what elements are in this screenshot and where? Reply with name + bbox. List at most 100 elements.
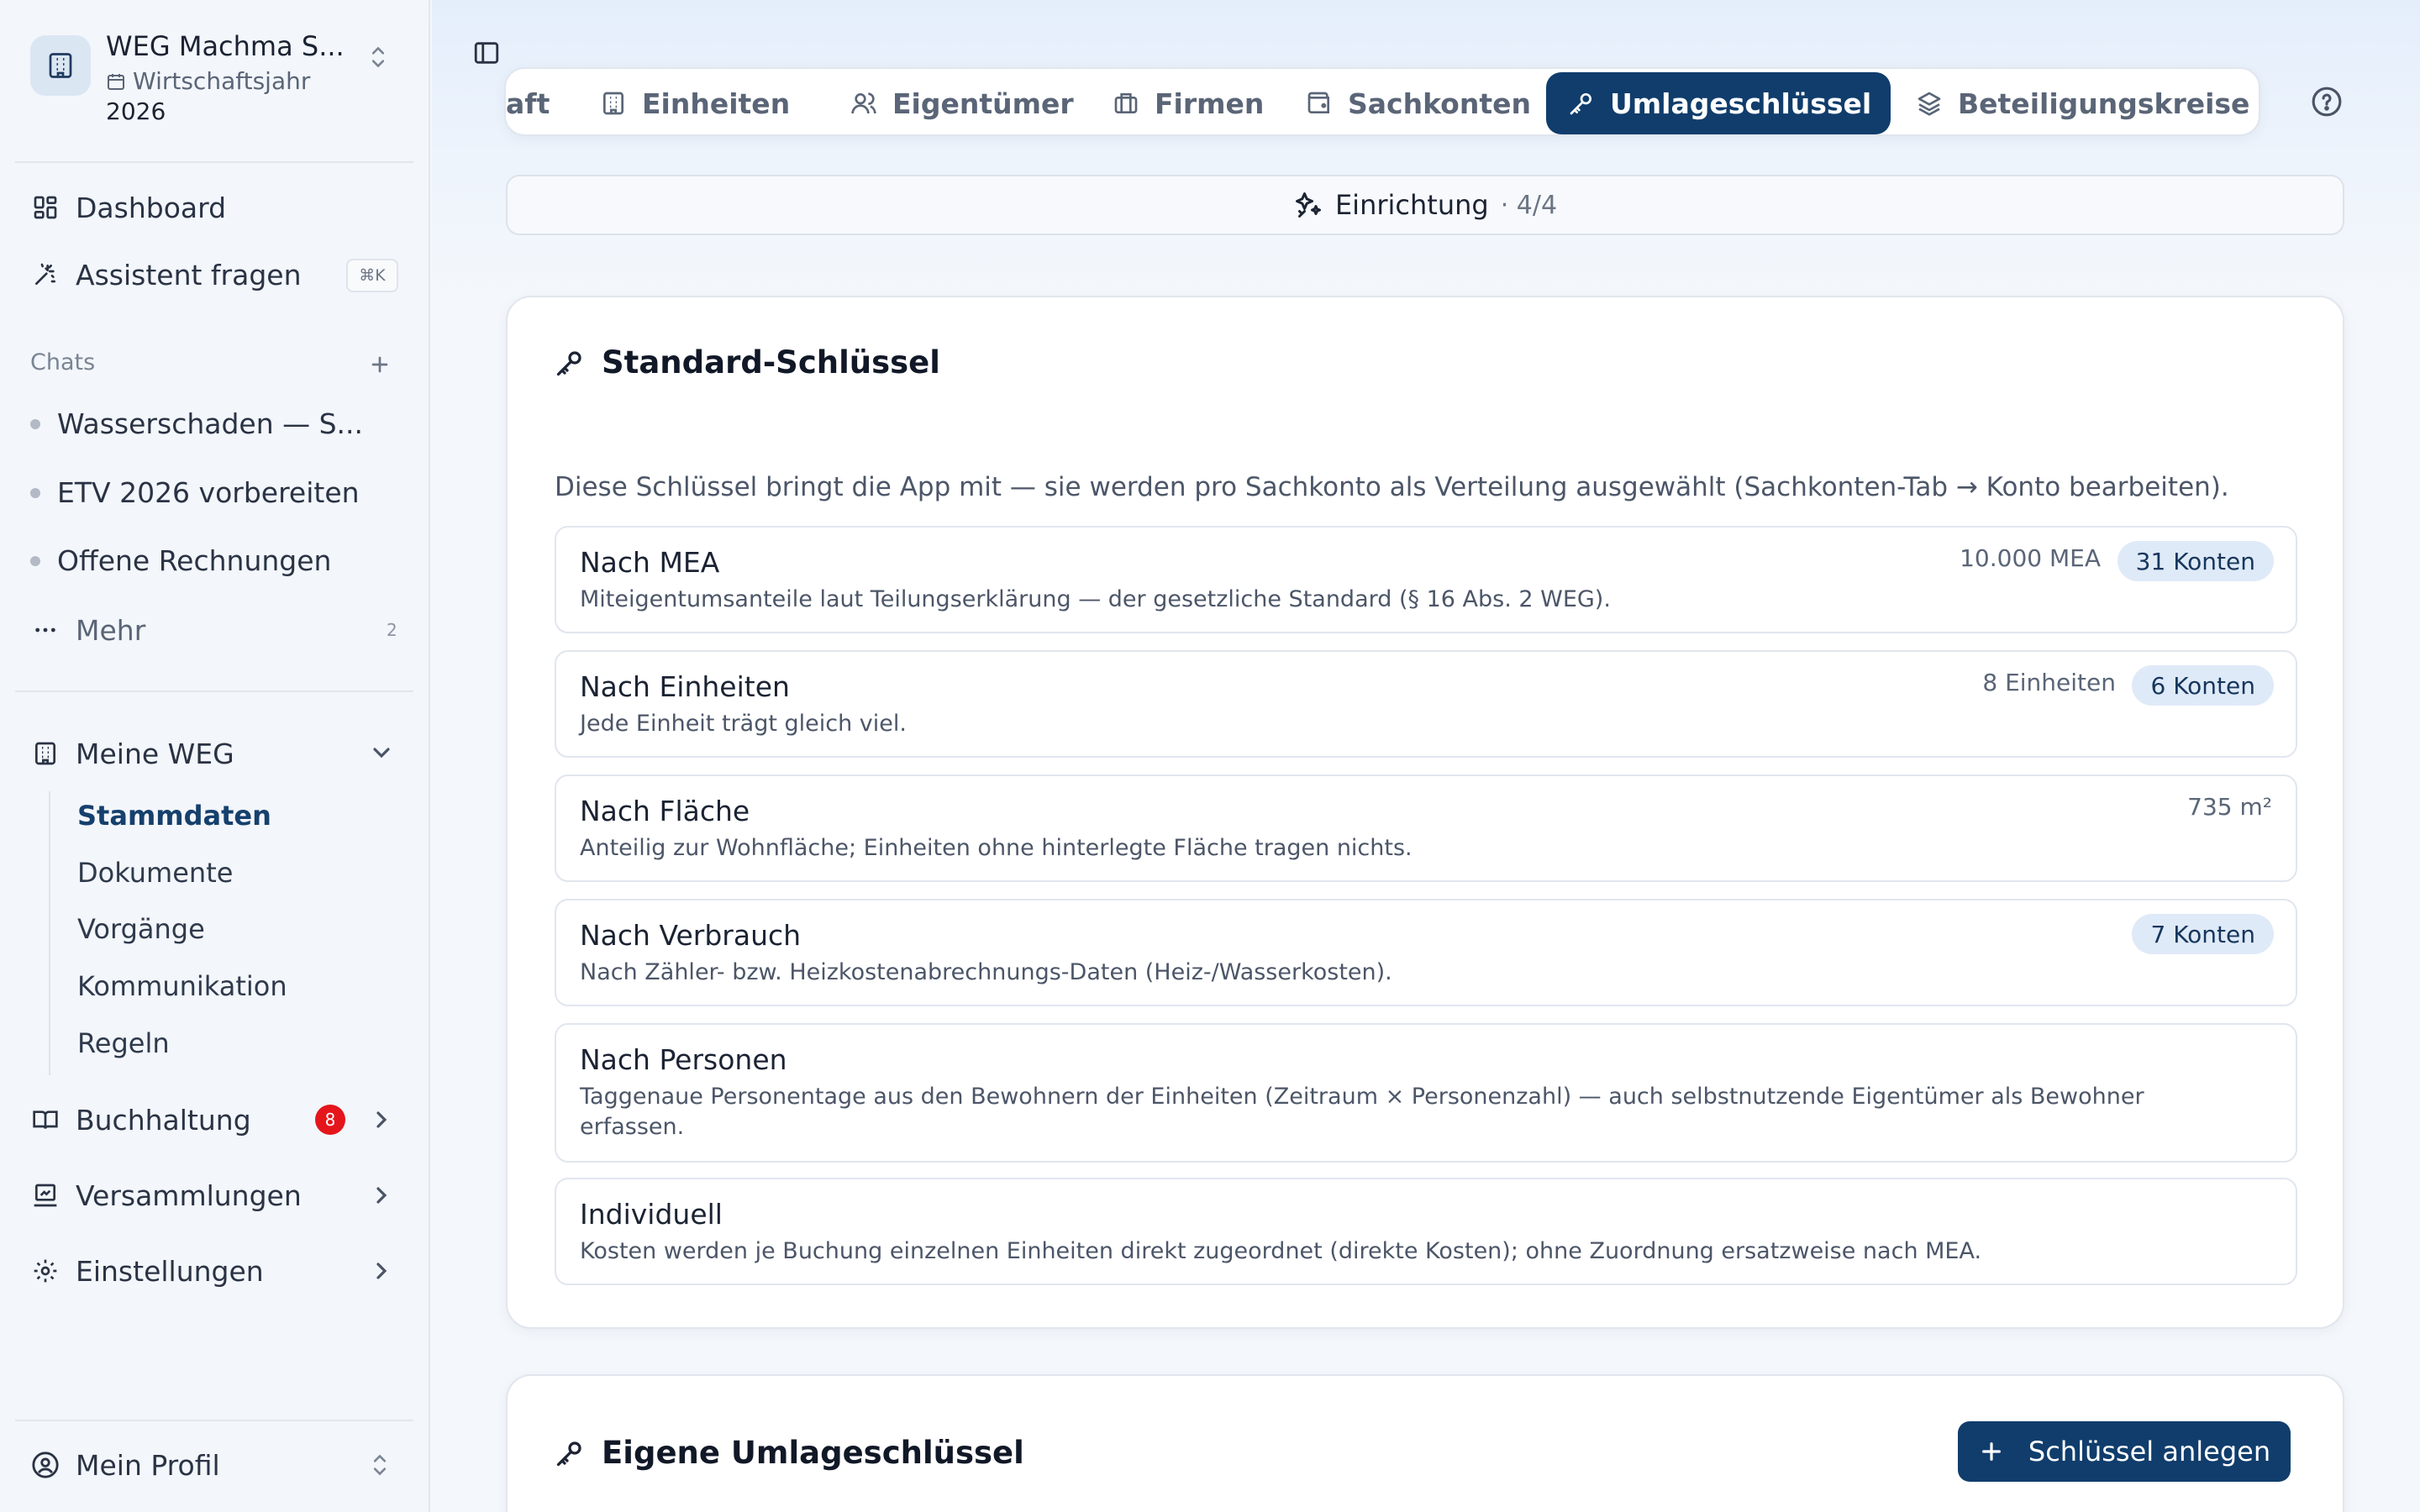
profile-label: Mein Profil: [76, 1448, 220, 1482]
nav-assistant[interactable]: Assistent fragen: [30, 251, 301, 298]
key-row-flaeche[interactable]: Nach Fläche Anteilig zur Wohnfläche; Ein…: [555, 774, 2297, 882]
chat-item[interactable]: ETV 2026 vorbereiten: [30, 476, 360, 509]
accounts-count-badge: 7 Konten: [2132, 914, 2274, 954]
tab-bar: aft Einheiten Eigentümer Firmen Sachkont…: [504, 67, 2260, 136]
header-background: [432, 0, 2420, 302]
key-icon: [555, 1438, 585, 1468]
keyboard-shortcut: ⌘K: [346, 259, 398, 292]
nav-group-label: Versammlungen: [76, 1179, 302, 1212]
nav-dashboard[interactable]: Dashboard: [30, 184, 226, 231]
standard-keys-card: Standard-Schlüssel Diese Schlüssel bring…: [506, 296, 2344, 1329]
fiscal-year-row: Wirtschaftsjahr: [106, 67, 310, 95]
add-key-button[interactable]: Schlüssel anlegen: [1958, 1421, 2291, 1482]
nav-regeln[interactable]: Regeln: [77, 1027, 170, 1059]
tab-beteiligungskreise[interactable]: Beteiligungskreise: [1901, 72, 2259, 134]
chat-item[interactable]: Offene Rechnungen: [30, 544, 331, 577]
tab-label: Beteiligungskreise: [1958, 87, 2250, 120]
tab-eigentuemer[interactable]: Eigentümer: [835, 72, 1087, 134]
building-icon: [598, 88, 629, 118]
chat-item-label: Wasserschaden — S...: [57, 407, 364, 440]
nav-assistant-label: Assistent fragen: [76, 258, 302, 291]
key-row-einheiten[interactable]: Nach Einheiten Jede Einheit trägt gleich…: [555, 650, 2297, 758]
standard-keys-description: Diese Schlüssel bringt die App mit — sie…: [555, 472, 2229, 502]
tab-umlageschluessel[interactable]: Umlageschlüssel: [1546, 72, 1891, 134]
key-name: Nach MEA: [580, 546, 720, 579]
tab-firmen[interactable]: Firmen: [1097, 72, 1277, 134]
card-title: Eigene Umlageschlüssel: [555, 1435, 1024, 1471]
tab-label: Eigentümer: [892, 87, 1074, 120]
key-description: Taggenaue Personentage aus den Bewohnern…: [580, 1084, 2144, 1140]
nav-group-einstellungen[interactable]: Einstellungen: [30, 1247, 264, 1294]
divider: [15, 690, 413, 692]
book-icon: [30, 1105, 60, 1135]
tab-label: aft: [506, 87, 550, 120]
building-icon: [30, 738, 60, 769]
accounts-count-badge: 31 Konten: [2117, 541, 2274, 581]
tab-label: Umlageschlüssel: [1610, 87, 1872, 120]
chats-more-label: Mehr: [76, 613, 146, 647]
key-description: Anteilig zur Wohnfläche; Einheiten ohne …: [580, 835, 1413, 861]
key-row-verbrauch[interactable]: Nach Verbrauch Nach Zähler- bzw. Heizkos…: [555, 899, 2297, 1006]
key-meta: 8 Einheiten: [1982, 669, 2116, 696]
key-icon: [555, 348, 585, 378]
key-name: Nach Verbrauch: [580, 919, 802, 952]
custom-keys-card: Eigene Umlageschlüssel Schlüssel anlegen: [506, 1374, 2344, 1512]
chats-more[interactable]: Mehr: [30, 606, 145, 654]
tab-sachkonten[interactable]: Sachkonten: [1291, 72, 1544, 134]
nav-group-label: Buchhaltung: [76, 1103, 251, 1137]
setup-progress-button[interactable]: Einrichtung · 4/4: [506, 175, 2344, 235]
key-row-personen[interactable]: Nach Personen Taggenaue Personentage aus…: [555, 1023, 2297, 1163]
building-icon: [30, 35, 91, 96]
chat-dot: [30, 555, 40, 566]
nav-dokumente[interactable]: Dokumente: [77, 857, 233, 889]
main-content: aft Einheiten Eigentümer Firmen Sachkont…: [432, 0, 2420, 1512]
nav-group-meine-weg[interactable]: Meine WEG: [30, 730, 234, 777]
chevron-right-icon[interactable]: [368, 1106, 395, 1133]
wallet-icon: [1304, 88, 1334, 118]
tab-einheiten[interactable]: Einheiten: [585, 72, 803, 134]
chats-more-count: 2: [387, 620, 397, 640]
key-row-mea[interactable]: Nach MEA Miteigentumsanteile laut Teilun…: [555, 526, 2297, 633]
key-description: Jede Einheit trägt gleich viel.: [580, 711, 907, 737]
chevron-down-icon[interactable]: [368, 739, 395, 766]
card-title: Standard-Schlüssel: [555, 344, 940, 381]
divider: [15, 161, 413, 163]
key-meta: 735 m²: [2187, 793, 2272, 821]
workspace-name: WEG Machma S...: [106, 30, 345, 62]
chat-item-label: Offene Rechnungen: [57, 544, 332, 577]
workspace-switcher[interactable]: WEG Machma S... Wirtschaftsjahr 2026: [30, 30, 400, 131]
divider: [15, 1420, 413, 1421]
calendar-icon: [106, 71, 126, 92]
tab-label: Firmen: [1155, 87, 1265, 120]
nav-group-versammlungen[interactable]: Versammlungen: [30, 1172, 302, 1219]
notification-badge: 8: [315, 1105, 345, 1135]
nav-stammdaten[interactable]: Stammdaten: [77, 800, 271, 832]
chat-dot: [30, 418, 40, 429]
more-dots-icon: [30, 615, 60, 645]
nav-kommunikation[interactable]: Kommunikation: [77, 970, 287, 1002]
profile-menu[interactable]: Mein Profil: [30, 1441, 220, 1488]
users-icon: [849, 88, 879, 118]
accounts-count-badge: 6 Konten: [2132, 665, 2274, 706]
tab-label: Einheiten: [642, 87, 791, 120]
user-circle-icon: [30, 1450, 60, 1480]
setup-step: · 4/4: [1500, 190, 1558, 220]
new-chat-plus-icon[interactable]: [366, 351, 393, 378]
tree-line: [49, 791, 50, 1075]
key-name: Nach Fläche: [580, 795, 750, 827]
chat-item[interactable]: Wasserschaden — S...: [30, 407, 363, 440]
tab-label: Sachkonten: [1348, 87, 1531, 120]
chevrons-updown-icon[interactable]: [368, 1450, 392, 1480]
key-description: Miteigentumsanteile laut Teilungserkläru…: [580, 586, 1611, 612]
tab-gemeinschaft[interactable]: aft: [506, 72, 563, 134]
help-icon[interactable]: [2311, 86, 2343, 118]
gear-icon: [30, 1256, 60, 1286]
chevron-right-icon[interactable]: [368, 1182, 395, 1209]
key-description: Nach Zähler- bzw. Heizkostenabrechnungs-…: [580, 959, 1392, 985]
nav-group-buchhaltung[interactable]: Buchhaltung: [30, 1096, 251, 1143]
chevron-right-icon[interactable]: [368, 1257, 395, 1284]
key-row-individuell[interactable]: Individuell Kosten werden je Buchung ein…: [555, 1178, 2297, 1285]
chat-dot: [30, 487, 40, 498]
sidebar-toggle-icon[interactable]: [472, 39, 501, 67]
nav-vorgaenge[interactable]: Vorgänge: [77, 913, 205, 945]
